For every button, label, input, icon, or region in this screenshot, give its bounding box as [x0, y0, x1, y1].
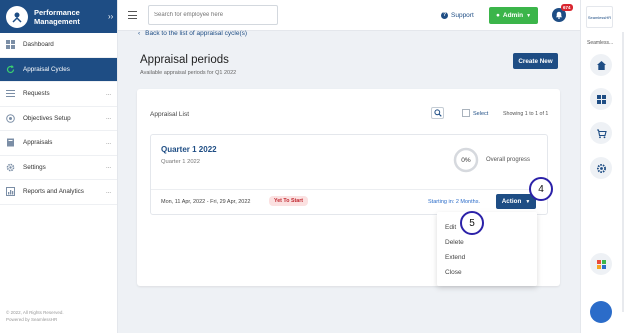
notification-count-badge: 674 [561, 4, 573, 11]
action-dropdown-menu: Edit Delete Extend Close [437, 212, 537, 286]
list-icon [6, 89, 15, 98]
sidebar-item-reports-and-analytics[interactable]: Reports and Analytics ... [0, 180, 117, 205]
chevron-left-icon: ‹ [138, 30, 141, 37]
overall-progress-label: Overall progress [486, 157, 531, 163]
collapse-sidebar-icon[interactable]: ›› [108, 12, 113, 21]
employee-search-input[interactable] [148, 5, 278, 25]
more-icon[interactable]: ... [106, 91, 111, 97]
action-dropdown-button[interactable]: Action ▼ [496, 194, 536, 209]
divider [151, 189, 547, 190]
chat-fab-button[interactable] [590, 301, 612, 323]
progress-ring: 0% [453, 147, 479, 173]
settings-gear-icon[interactable] [590, 157, 612, 179]
sidebar-header: Performance Management ›› [0, 0, 117, 33]
menu-item-close[interactable]: Close [445, 269, 462, 276]
sidebar-footer: © 2022, All Rights Reserved. Powered by … [6, 310, 64, 323]
pagination-info: Showing 1 to 1 of 1 [503, 111, 549, 117]
copyright-text: © 2022, All Rights Reserved. [6, 310, 64, 315]
scrollbar[interactable] [622, 32, 624, 312]
sidebar-item-label: Objectives Setup [23, 114, 71, 122]
action-label: Action [501, 198, 522, 205]
create-new-button[interactable]: Create New [513, 53, 558, 69]
admin-role-button[interactable]: ● Admin ▼ [489, 7, 538, 24]
sidebar-item-label: Settings [23, 163, 46, 171]
app-launcher-icon[interactable] [590, 253, 612, 275]
search-icon [433, 109, 442, 117]
help-icon: ? [441, 12, 448, 19]
home-icon[interactable] [590, 54, 612, 76]
sidebar-item-label: Appraisal Cycles [23, 65, 70, 73]
menu-item-edit[interactable]: Edit [445, 224, 456, 231]
support-label: Support [451, 12, 474, 19]
sidebar-item-label: Reports and Analytics [23, 188, 84, 196]
sidebar-item-settings[interactable]: Settings ... [0, 156, 117, 180]
sidebar-item-appraisal-cycles[interactable]: Appraisal Cycles [0, 57, 117, 82]
app-title: Performance Management [34, 7, 80, 26]
top-bar: ? Support ● Admin ▼ 674 [118, 0, 580, 31]
sidebar-item-dashboard[interactable]: Dashboard [0, 33, 117, 58]
app-logo [6, 5, 28, 28]
target-icon [6, 113, 15, 123]
period-subtitle: Quarter 1 2022 [161, 159, 200, 165]
select-label[interactable]: Select [473, 111, 488, 117]
rail-label: Seamless... [587, 40, 614, 46]
select-checkbox[interactable] [462, 109, 470, 117]
appraisal-period-item: Quarter 1 2022 Quarter 1 2022 0% Overall… [150, 134, 548, 215]
refresh-icon [6, 64, 15, 74]
caret-down-icon: ▼ [525, 198, 531, 205]
page-title: Appraisal periods [140, 54, 229, 66]
back-link-label: Back to the list of appraisal cycle(s) [145, 30, 248, 37]
step-callout-5: 5 [460, 211, 484, 235]
apps-grid-icon[interactable] [590, 88, 612, 110]
period-date-range: Mon, 11 Apr, 2022 - Fri, 29 Apr, 2022 [161, 199, 251, 205]
admin-label: Admin [502, 12, 524, 19]
sidebar-item-label: Requests [23, 90, 50, 98]
chart-icon [6, 187, 15, 197]
grid-icon [6, 40, 15, 50]
book-icon [6, 138, 15, 147]
sidebar-item-label: Dashboard [23, 41, 54, 49]
chevron-down-icon: ▼ [526, 12, 532, 19]
brand-logo: SeamlessHR [586, 6, 613, 28]
page-subtitle: Available appraisal periods for Q1 2022 [140, 70, 237, 76]
appraisal-list-title: Appraisal List [150, 111, 190, 118]
gear-icon [6, 163, 15, 172]
menu-item-extend[interactable]: Extend [445, 254, 465, 261]
more-icon[interactable]: ... [106, 189, 111, 195]
sidebar-item-label: Appraisals [23, 139, 53, 147]
back-to-appraisal-cycles-link[interactable]: ‹ Back to the list of appraisal cycle(s) [138, 30, 247, 37]
support-link[interactable]: ? Support [441, 12, 474, 19]
sidebar: Performance Management ›› Dashboard Appr… [0, 0, 118, 333]
sidebar-item-appraisals[interactable]: Appraisals ... [0, 131, 117, 156]
sidebar-item-objectives-setup[interactable]: Objectives Setup ... [0, 107, 117, 131]
hamburger-menu-icon[interactable] [128, 11, 137, 22]
status-badge: Yet To Start [269, 196, 309, 206]
period-name-link[interactable]: Quarter 1 2022 [161, 145, 217, 154]
right-rail: SeamlessHR Seamless... [580, 0, 625, 333]
progress-percent: 0% [461, 156, 471, 164]
menu-item-delete[interactable]: Delete [445, 239, 464, 246]
search-button[interactable] [431, 107, 444, 119]
more-icon[interactable]: ... [106, 140, 111, 146]
more-icon[interactable]: ... [106, 164, 111, 170]
starting-in-text: Starting in: 2 Months. [428, 199, 480, 205]
powered-by-text: Powered by SeamlessHR [6, 316, 58, 322]
more-icon[interactable]: ... [106, 115, 111, 121]
step-callout-4: 4 [529, 177, 553, 201]
cart-icon[interactable] [590, 122, 612, 144]
sidebar-item-requests[interactable]: Requests ... [0, 82, 117, 107]
user-icon: ● [495, 12, 500, 19]
